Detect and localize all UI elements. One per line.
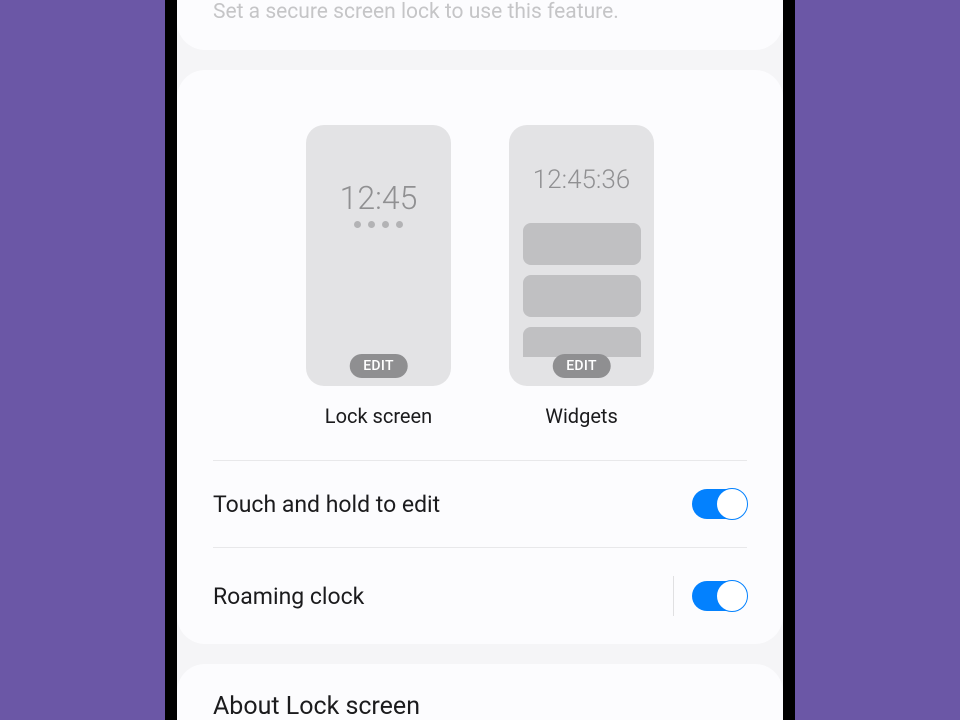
widgets-edit-button[interactable]: EDIT	[552, 354, 611, 378]
toggle-knob-icon	[716, 580, 748, 612]
widget-placeholder-stack	[523, 223, 641, 357]
secure-lock-hint-text: Set a secure screen lock to use this fea…	[213, 0, 747, 25]
preview-row: 12:45 EDIT Lock screen 12:45:36	[177, 125, 783, 460]
page-dots-icon	[354, 221, 403, 228]
widget-placeholder	[523, 327, 641, 357]
lock-screen-preview-col: 12:45 EDIT Lock screen	[306, 125, 451, 428]
roaming-clock-row[interactable]: Roaming clock	[177, 548, 783, 644]
widgets-preview-time: 12:45:36	[533, 165, 630, 195]
roaming-clock-label: Roaming clock	[213, 583, 364, 610]
settings-screen: Set a secure screen lock to use this fea…	[177, 0, 783, 720]
about-lock-screen-card[interactable]: About Lock screen	[177, 664, 783, 720]
touch-hold-edit-row[interactable]: Touch and hold to edit	[177, 461, 783, 547]
lock-screen-preview-time: 12:45	[340, 179, 418, 217]
lock-screen-preview[interactable]: 12:45 EDIT	[306, 125, 451, 386]
widget-placeholder	[523, 223, 641, 265]
widget-placeholder	[523, 275, 641, 317]
roaming-clock-toggle[interactable]	[692, 581, 747, 611]
lock-screen-edit-button[interactable]: EDIT	[349, 354, 408, 378]
lock-screen-caption: Lock screen	[325, 404, 432, 428]
lockscreen-main-card: 12:45 EDIT Lock screen 12:45:36	[177, 70, 783, 644]
about-lock-screen-title: About Lock screen	[213, 692, 747, 720]
touch-hold-edit-label: Touch and hold to edit	[213, 491, 440, 518]
widgets-preview[interactable]: 12:45:36 EDIT	[509, 125, 654, 386]
secure-lock-hint-card: Set a secure screen lock to use this fea…	[177, 0, 783, 50]
touch-hold-edit-toggle[interactable]	[692, 489, 747, 519]
widgets-preview-col: 12:45:36 EDIT Widgets	[509, 125, 654, 428]
widgets-caption: Widgets	[545, 404, 618, 428]
phone-frame: Set a secure screen lock to use this fea…	[165, 0, 795, 720]
toggle-knob-icon	[716, 488, 748, 520]
roaming-clock-right-group	[673, 576, 747, 616]
vertical-separator	[673, 576, 674, 616]
